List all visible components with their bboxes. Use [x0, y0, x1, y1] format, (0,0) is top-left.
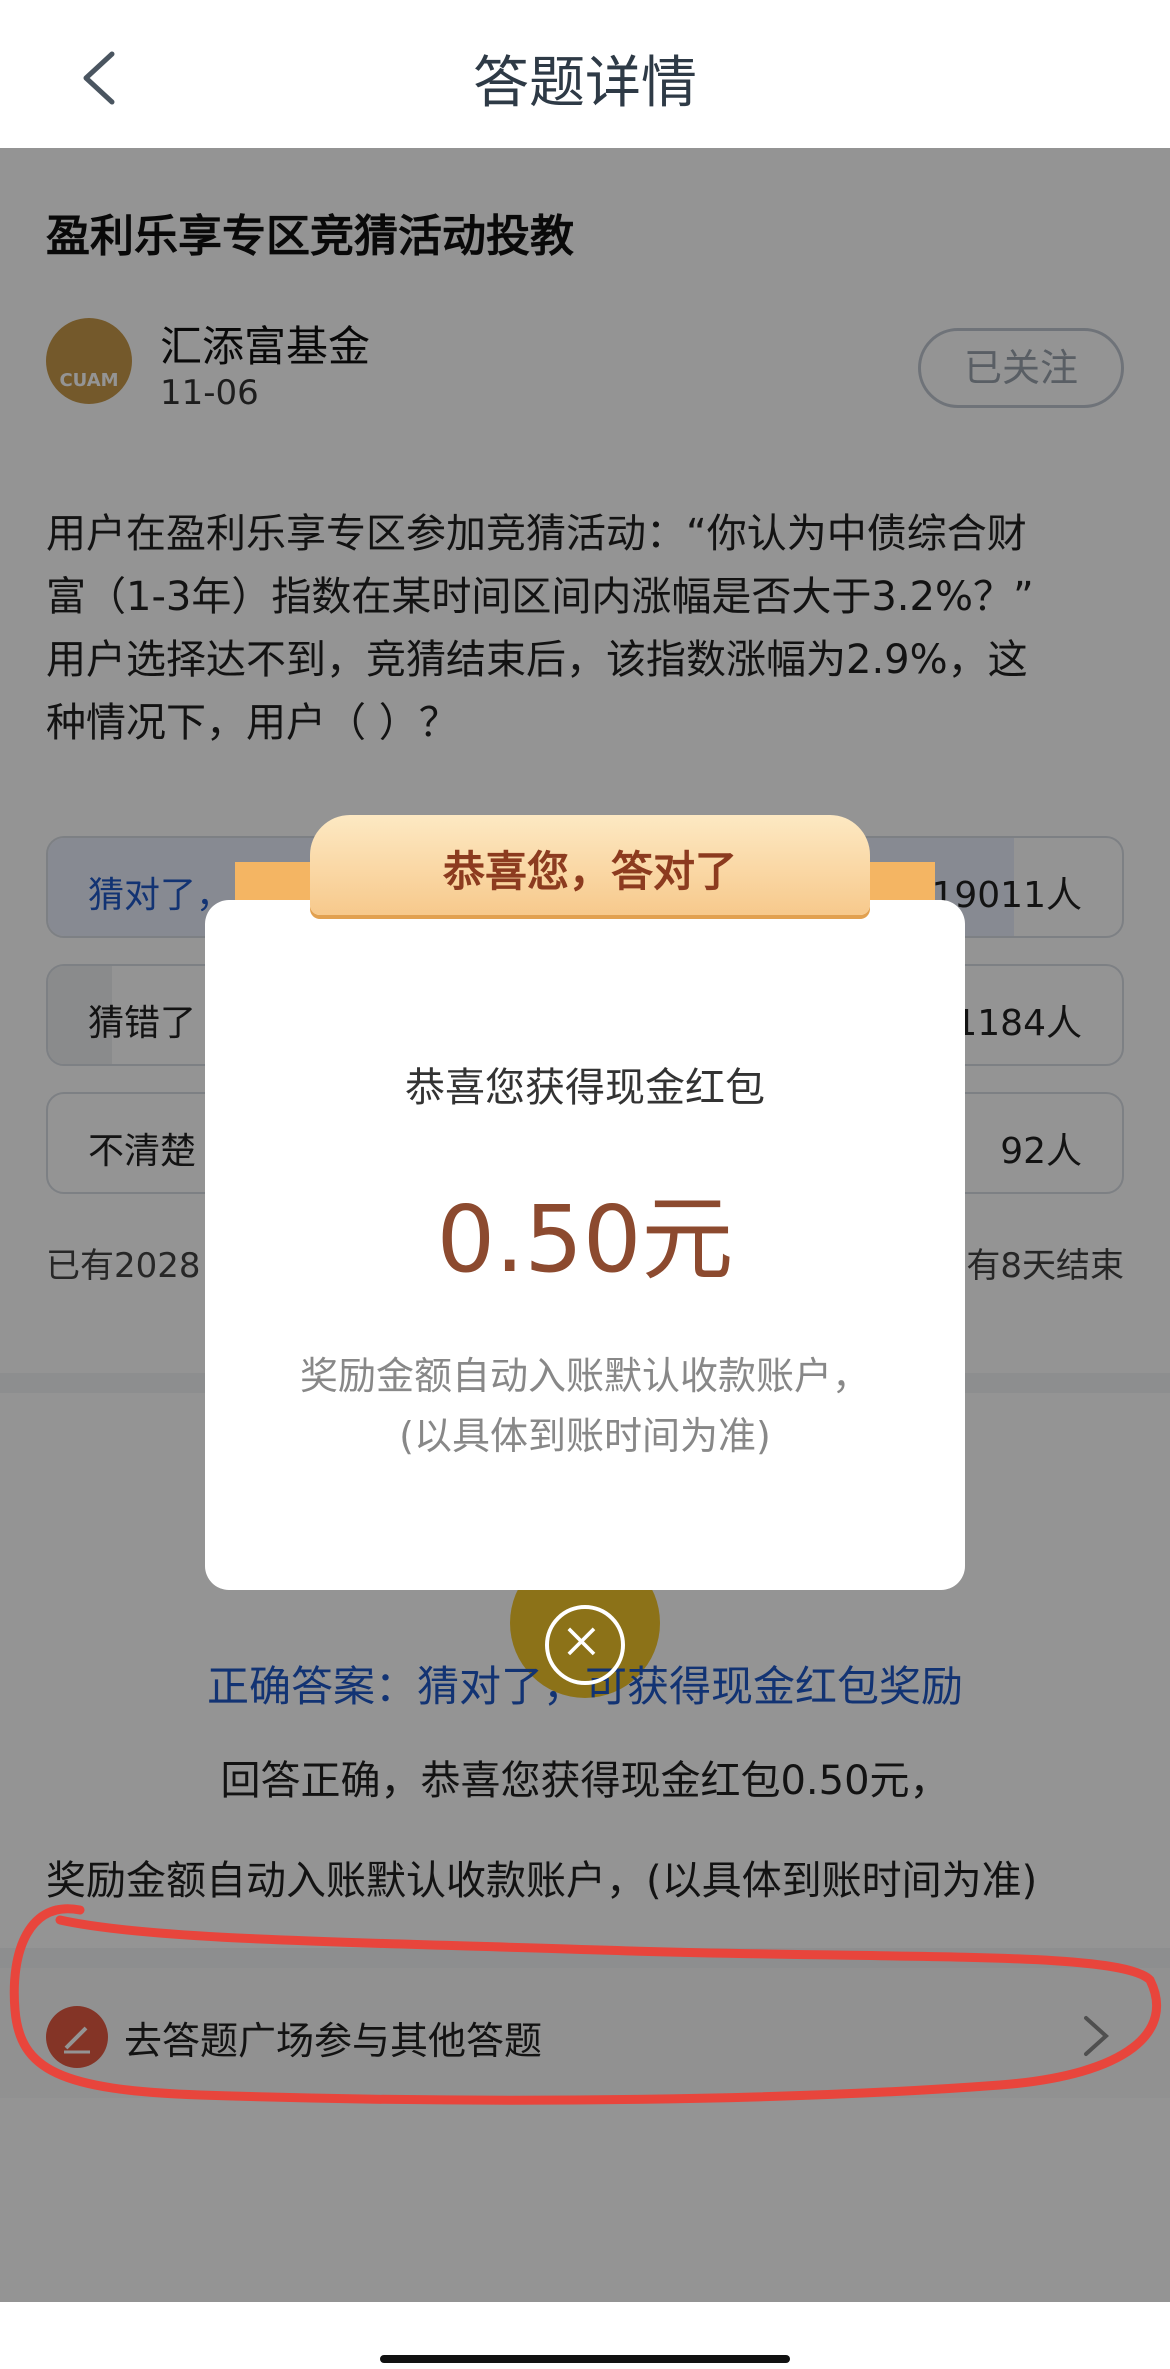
- close-icon[interactable]: [545, 1605, 625, 1685]
- ribbon-title: 恭喜您，答对了: [442, 847, 737, 896]
- annotation-circle: [9, 1904, 1162, 2105]
- reward-dialog: 恭喜您获得现金红包 0.50元 奖励金额自动入账默认收款账户， (以具体到账时间…: [205, 900, 965, 1590]
- dialog-note: (以具体到账时间为准): [399, 1414, 771, 1458]
- home-indicator[interactable]: [380, 2355, 790, 2363]
- reward-amount: 0.50元: [436, 1186, 734, 1293]
- nav-bar: 答题详情: [0, 0, 1170, 148]
- dialog-note: 奖励金额自动入账默认收款账户，: [299, 1354, 870, 1398]
- page-title: 答题详情: [473, 51, 697, 116]
- dialog-subtitle: 恭喜您获得现金红包: [405, 1065, 765, 1111]
